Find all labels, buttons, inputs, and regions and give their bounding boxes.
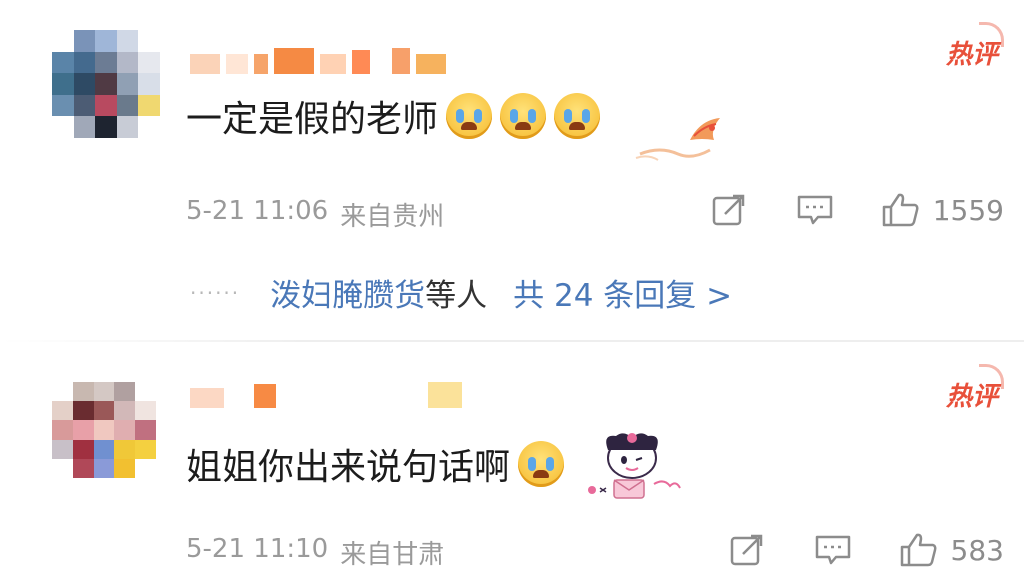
kuromi-sticker [588,433,681,499]
comment-actions: 583 [681,532,1004,568]
comment-meta: 5-21 11:10 来自甘肃 [186,534,444,571]
crying-face-icon [518,441,565,487]
crying-face-icon [500,93,547,139]
hot-comment-badge: 热评 [946,364,1004,413]
like-count: 1559 [932,193,1004,227]
like-count: 583 [950,533,1004,567]
thumbs-up-icon[interactable] [881,192,921,228]
comment-location: 来自甘肃 [340,540,445,570]
avatar[interactable] [52,30,160,138]
comment-icon[interactable] [795,192,835,228]
reply-count[interactable]: 共 24 条回复 > [513,270,732,315]
flare-decoration [979,364,1004,389]
comment-text: 姐姐你出来说句话啊 [186,438,565,490]
comment-meta: 5-21 11:06 来自贵州 [186,196,444,233]
comment-location: 来自贵州 [340,202,445,232]
crying-face-icon [446,93,493,139]
flare-decoration [979,22,1004,47]
crying-face-icon [554,93,601,139]
comment-date: 5-21 11:10 [186,534,329,564]
hot-comment-badge: 热评 [946,22,1004,71]
phoenix-sticker [635,118,720,161]
comment-item: 热评 姐姐你出来说句话啊 5-21 11:10 来自甘肃 583 [0,342,1024,578]
dots-separator: ······ [190,280,241,305]
comment-date: 5-21 11:06 [186,196,329,226]
comment-body: 姐姐你出来说句话啊 [186,447,511,488]
comment-item: 热评 一定是假的老师 5-21 11:06 来自贵州 1559 ······ 泼… [0,0,1024,340]
thumbs-up-icon[interactable] [899,532,939,568]
share-icon[interactable] [709,192,749,228]
comment-text: 一定是假的老师 [186,90,601,142]
username-blurred[interactable] [190,380,462,408]
replies-link[interactable]: ······ 泼妇腌臜货 等人 共 24 条回复 > [190,270,732,315]
username-blurred[interactable] [190,46,446,74]
reply-suffix: 等人 [425,278,488,314]
reply-users[interactable]: 泼妇腌臜货 [270,270,425,315]
share-icon[interactable] [727,532,767,568]
comment-actions: 1559 [663,192,1004,228]
comment-body: 一定是假的老师 [186,99,439,140]
comment-icon[interactable] [813,532,853,568]
avatar[interactable] [52,382,156,478]
